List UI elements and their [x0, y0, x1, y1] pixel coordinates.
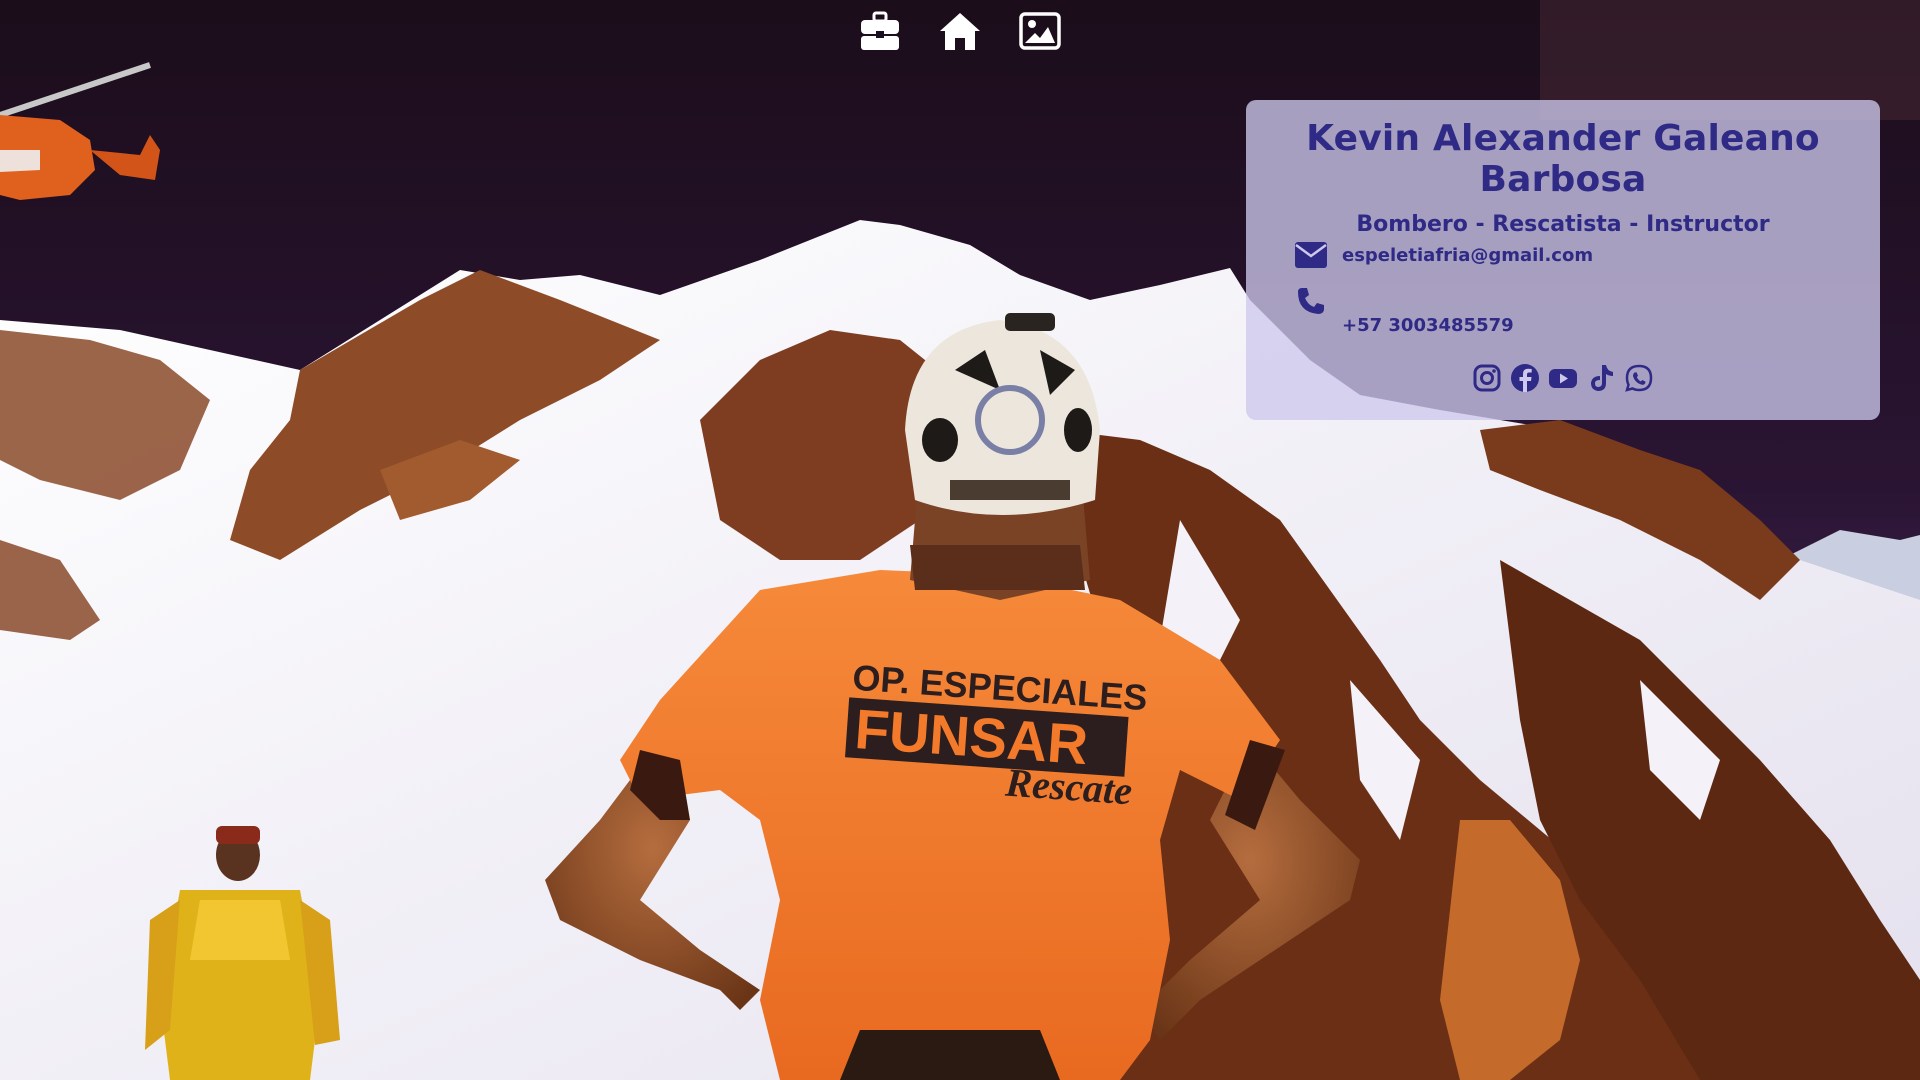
facebook-icon [1511, 364, 1539, 392]
email-link[interactable]: espeletiafria@gmail.com [1342, 245, 1593, 266]
nav-portfolio-button[interactable] [859, 10, 901, 52]
youtube-icon [1549, 369, 1577, 388]
social-links [1246, 362, 1880, 394]
nav-gallery-button[interactable] [1019, 10, 1061, 52]
whatsapp-link[interactable] [1623, 362, 1655, 394]
instagram-icon [1473, 364, 1501, 392]
briefcase-icon [861, 11, 899, 50]
contact-email[interactable]: espeletiafria@gmail.com [1294, 238, 1593, 272]
youtube-link[interactable] [1547, 362, 1579, 394]
phone-icon [1294, 284, 1328, 318]
home-icon [940, 13, 980, 50]
profile-card: Kevin Alexander Galeano Barbosa Bombero … [1246, 100, 1880, 420]
tiktok-icon [1591, 365, 1613, 391]
facebook-link[interactable] [1509, 362, 1541, 394]
nav-home-button[interactable] [939, 10, 981, 52]
profile-role: Bombero - Rescatista - Instructor [1356, 212, 1770, 237]
shirt-text-line3: Rescate [1003, 760, 1133, 814]
contact-phone[interactable]: +57 3003485579 [1294, 284, 1514, 336]
whatsapp-icon [1625, 364, 1653, 392]
image-icon [1019, 12, 1061, 50]
tiktok-link[interactable] [1585, 362, 1617, 394]
top-navigation [0, 0, 1920, 60]
phone-link[interactable]: +57 3003485579 [1342, 315, 1514, 336]
instagram-link[interactable] [1471, 362, 1503, 394]
envelope-icon [1294, 238, 1328, 272]
profile-name: Kevin Alexander Galeano Barbosa [1306, 118, 1820, 200]
